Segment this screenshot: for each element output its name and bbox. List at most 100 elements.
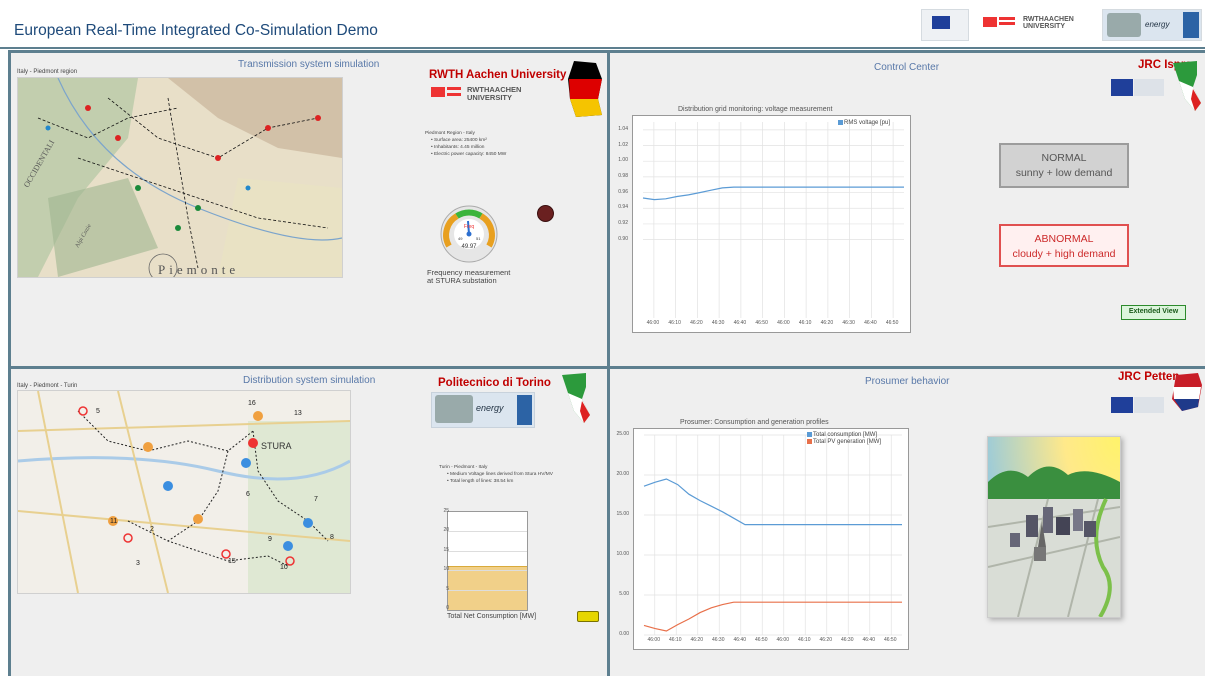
x-tick-label: 46:00 bbox=[777, 320, 790, 326]
gauge-max: 51 bbox=[476, 236, 481, 241]
bar-gridline bbox=[448, 570, 527, 571]
x-tick-label: 46:00 bbox=[776, 637, 789, 643]
x-tick-label: 46:10 bbox=[798, 320, 812, 326]
battery-icon bbox=[577, 611, 599, 622]
y-tick-label: 0.00 bbox=[619, 631, 629, 637]
info-item: • Electric power capacity: 8450 MW bbox=[431, 152, 507, 157]
turin-map[interactable]: STURA 5 16 13 7 8 6 9 10 11 15 3 2 bbox=[17, 390, 351, 594]
freq-caption: Frequency measurement at STURA substatio… bbox=[427, 269, 510, 285]
voltage-chart bbox=[632, 115, 911, 333]
x-tick-label: 46:30 bbox=[711, 320, 725, 326]
x-tick-label: 46:50 bbox=[754, 637, 768, 643]
info-item-text: Inhabitants: 4.45 million bbox=[434, 145, 485, 150]
legend-entry: Total PV generation [MW] bbox=[807, 439, 881, 446]
info-item: • Surface area: 25400 km² bbox=[431, 138, 487, 143]
x-tick-label: 46:20 bbox=[690, 320, 703, 326]
gauge-title: Freq bbox=[464, 224, 475, 230]
legend-label: RMS voltage [pu] bbox=[844, 120, 891, 127]
y-tick-label: 0.96 bbox=[618, 188, 628, 195]
eu-building-icon bbox=[1134, 79, 1164, 96]
piedmont-map[interactable]: Piemonte OCCIDENTALI Alpi Cozie bbox=[17, 77, 343, 278]
y-tick-label: 25.00 bbox=[616, 431, 629, 437]
legend-swatch bbox=[838, 120, 843, 125]
node-label: 2 bbox=[150, 526, 154, 533]
y-tick-label: 10.00 bbox=[616, 551, 629, 557]
bar-tick: 0 bbox=[446, 605, 449, 611]
x-tick-label: 46:00 bbox=[646, 320, 660, 326]
chart-legend: RMS voltage [pu] bbox=[838, 120, 890, 127]
italy-flag-icon bbox=[562, 373, 590, 423]
node-label: 6 bbox=[246, 491, 250, 498]
abnormal-scenario-button[interactable]: ABNORMAL cloudy + high demand bbox=[999, 224, 1129, 267]
piedmont-map-svg: Piemonte OCCIDENTALI Alpi Cozie bbox=[18, 78, 342, 277]
polito-energy-logo: energy bbox=[431, 392, 535, 428]
eonerc-logo bbox=[431, 87, 445, 97]
status-indicator bbox=[537, 205, 554, 222]
info-item: • Inhabitants: 4.45 million bbox=[431, 145, 485, 150]
node-label: 3 bbox=[136, 560, 140, 567]
eonerc-logo-bar bbox=[447, 93, 461, 96]
info-item-text: Total length of lines: 38.54 km bbox=[449, 479, 514, 484]
x-tick-label: 46:20 bbox=[819, 637, 832, 643]
gauge-value: 49.97 bbox=[461, 244, 477, 250]
region-label: Italy - Piedmont - Turin bbox=[17, 383, 78, 389]
legend-label: Total PV generation [MW] bbox=[813, 439, 882, 446]
italy-flag-icon bbox=[1173, 61, 1201, 111]
y-tick-label: 5.00 bbox=[619, 591, 629, 597]
net-consumption-bar bbox=[447, 511, 528, 611]
rwth-logo-text: RWTHAACHEN UNIVERSITY bbox=[1023, 16, 1074, 30]
legend-swatch bbox=[807, 439, 812, 445]
y-tick-label: 20.00 bbox=[616, 471, 629, 477]
germany-flag-icon bbox=[568, 61, 602, 117]
bar-fill bbox=[448, 566, 527, 610]
polito-energy-logo: energy bbox=[1102, 9, 1202, 41]
x-tick-label: 46:40 bbox=[864, 320, 877, 326]
x-tick-label: 46:00 bbox=[647, 637, 660, 643]
substation-label: STURA bbox=[261, 441, 292, 451]
bar-tick: 20 bbox=[443, 527, 449, 533]
y-tick-label: 1.02 bbox=[618, 141, 628, 148]
series-line bbox=[643, 601, 902, 632]
info-item-text: Electric power capacity: 8450 MW bbox=[434, 152, 507, 157]
x-tick-label: 46:30 bbox=[842, 320, 855, 326]
node-label: 5 bbox=[96, 408, 100, 415]
panel-title: Distribution system simulation bbox=[243, 375, 376, 386]
x-tick-label: 46:40 bbox=[733, 320, 747, 326]
node-label: 13 bbox=[294, 410, 302, 417]
turin-map-svg: STURA 5 16 13 7 8 6 9 10 11 15 3 2 bbox=[18, 391, 350, 593]
y-tick-label: 1.04 bbox=[618, 125, 628, 132]
panel-title: Control Center bbox=[874, 62, 940, 73]
node-label: 10 bbox=[280, 564, 288, 571]
institution-label: RWTH Aachen University bbox=[429, 69, 567, 81]
transmission-panel: Transmission system simulation Italy - P… bbox=[11, 53, 607, 366]
eonerc-logo-bar bbox=[447, 87, 461, 90]
bar-gridline bbox=[448, 590, 527, 591]
energy-logo-text: energy bbox=[476, 403, 504, 413]
city-illustration bbox=[987, 436, 1121, 618]
node-label: 16 bbox=[248, 400, 256, 407]
gauge-min: 49 bbox=[458, 236, 463, 241]
extended-view-button[interactable]: Extended View bbox=[1121, 305, 1186, 320]
legend-entry: Total consumption [MW] bbox=[807, 432, 881, 439]
button-label: ABNORMAL bbox=[1034, 233, 1094, 245]
x-tick-label: 46:20 bbox=[820, 320, 834, 326]
eu-flag-icon bbox=[1111, 79, 1133, 96]
x-tick-label: 46:50 bbox=[885, 320, 899, 326]
bar-gridline bbox=[448, 551, 527, 552]
info-item: • Medium Voltage lines derived from Stur… bbox=[447, 472, 553, 477]
rwth-eonerc-logo: RWTHAACHEN UNIVERSITY bbox=[979, 9, 1091, 39]
x-tick-label: 46:50 bbox=[883, 637, 897, 643]
netherlands-flag-icon bbox=[1172, 373, 1202, 411]
eu-commission-logo bbox=[921, 9, 969, 41]
info-item-text: Surface area: 25400 km² bbox=[434, 138, 487, 143]
normal-scenario-button[interactable]: NORMAL sunny + low demand bbox=[999, 143, 1129, 188]
bar-tick: 25 bbox=[443, 508, 449, 514]
y-tick-label: 0.98 bbox=[618, 172, 628, 179]
x-tick-label: 46:40 bbox=[733, 637, 746, 643]
prosumer-chart bbox=[633, 428, 909, 650]
button-sublabel: cloudy + high demand bbox=[1012, 248, 1116, 260]
node-label: 7 bbox=[314, 496, 318, 503]
series-line bbox=[643, 478, 902, 526]
y-tick-label: 0.90 bbox=[618, 235, 628, 242]
node-label: 15 bbox=[228, 558, 236, 565]
